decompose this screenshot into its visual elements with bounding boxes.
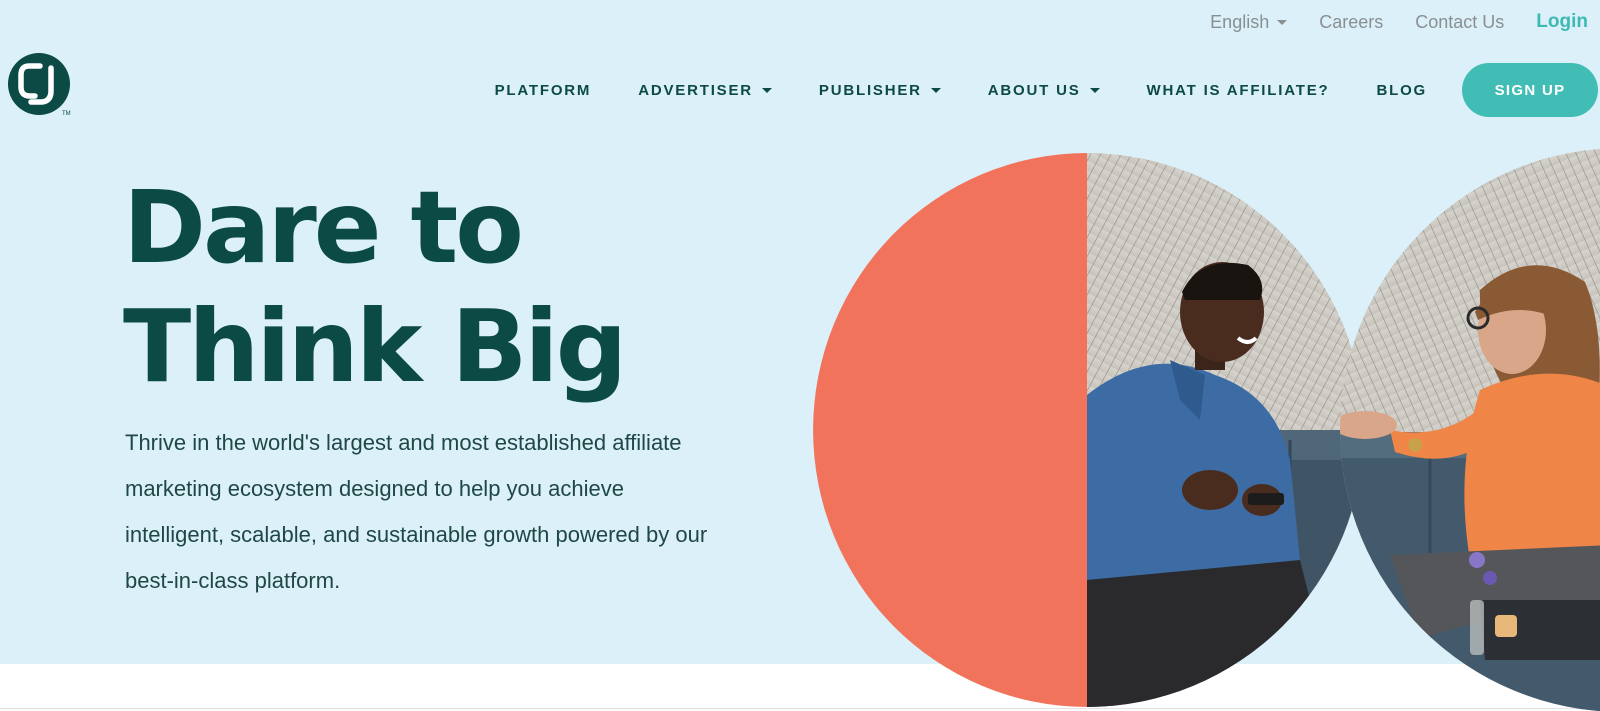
nav-what-is-affiliate[interactable]: WHAT IS AFFILIATE? xyxy=(1147,82,1330,99)
nav-advertiser[interactable]: ADVERTISER xyxy=(638,82,772,99)
contact-us-link[interactable]: Contact Us xyxy=(1415,12,1504,33)
main-nav: PLATFORM ADVERTISER PUBLISHER ABOUT US W… xyxy=(495,63,1598,117)
login-link[interactable]: Login xyxy=(1536,11,1588,33)
chevron-down-icon xyxy=(1089,87,1100,93)
nav-platform[interactable]: PLATFORM xyxy=(495,82,592,99)
nav-label: ABOUT US xyxy=(987,81,1081,99)
hero-title: Dare to Think Big xyxy=(123,168,763,406)
divider xyxy=(0,708,1600,709)
hero-description: Thrive in the world's largest and most e… xyxy=(125,430,708,593)
nav-blog[interactable]: BLOG xyxy=(1376,82,1427,99)
careers-link[interactable]: Careers xyxy=(1319,12,1383,33)
language-label: English xyxy=(1210,11,1270,32)
cj-logo[interactable]: TM xyxy=(7,53,73,119)
sign-up-button[interactable]: SIGN UP xyxy=(1462,63,1598,117)
trademark-mark: TM xyxy=(62,111,71,117)
chevron-down-icon xyxy=(930,87,941,93)
nav-label: ADVERTISER xyxy=(638,81,753,99)
nav-publisher[interactable]: PUBLISHER xyxy=(819,82,941,99)
chevron-down-icon xyxy=(1277,19,1288,25)
nav-label: WHAT IS AFFILIATE? xyxy=(1146,81,1330,99)
chevron-down-icon xyxy=(761,87,772,93)
nav-about-us[interactable]: ABOUT US xyxy=(988,82,1100,99)
nav-label: PUBLISHER xyxy=(818,81,922,99)
nav-label: BLOG xyxy=(1376,81,1427,99)
hero-title-line-1: Dare to xyxy=(123,169,524,286)
language-selector[interactable]: English xyxy=(1210,11,1288,33)
nav-label: PLATFORM xyxy=(494,81,592,99)
content-strip xyxy=(0,664,1600,711)
utility-nav: English Careers Contact Us Login xyxy=(1210,10,1588,34)
hero-title-line-2: Think Big xyxy=(123,288,627,405)
page: English Careers Contact Us Login TM PLAT… xyxy=(0,0,1600,711)
